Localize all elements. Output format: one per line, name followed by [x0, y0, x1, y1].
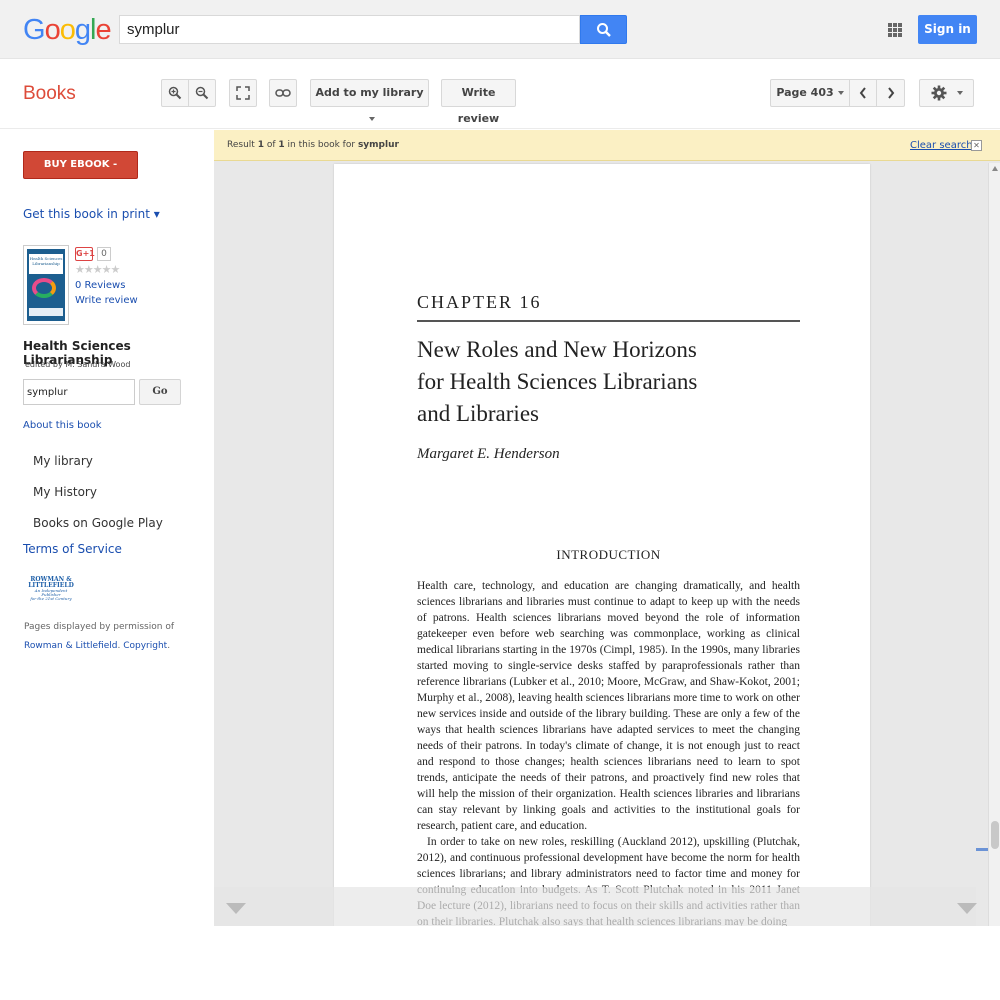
close-icon[interactable]: ✕: [971, 140, 982, 151]
search-in-book-input[interactable]: [23, 379, 135, 405]
caret-down-icon: [837, 91, 844, 95]
zoom-in-icon: [168, 86, 182, 100]
chapter-author: Margaret E. Henderson: [417, 446, 560, 462]
logo-letter: o: [44, 14, 61, 46]
scroll-down-arrow-icon[interactable]: [226, 903, 246, 914]
scrollbar-thumb[interactable]: [991, 821, 999, 849]
paragraph: Health care, technology, and education a…: [417, 580, 800, 832]
books-title[interactable]: Books: [23, 83, 76, 105]
go-button[interactable]: Go: [139, 379, 181, 405]
chapter-number: CHAPTER 16: [417, 292, 542, 312]
google-logo[interactable]: Google: [23, 14, 112, 47]
zoom-out-button[interactable]: [188, 79, 216, 107]
sign-in-button[interactable]: Sign in: [918, 15, 977, 44]
bottom-overlay: [214, 887, 976, 926]
link-button[interactable]: [269, 79, 297, 107]
about-this-book-link[interactable]: About this book: [23, 420, 102, 431]
result-prefix: Result: [227, 140, 255, 150]
write-review-button[interactable]: Write review: [441, 79, 516, 125]
chevron-left-icon: [859, 87, 866, 99]
reviews-link[interactable]: 0 Reviews: [75, 280, 125, 291]
result-total: 1: [278, 140, 285, 150]
page-number-label: Page 403: [776, 86, 834, 99]
zoom-out-icon: [195, 86, 209, 100]
publisher-logo-line: for the 21st Century: [30, 596, 72, 601]
clear-search-link[interactable]: Clear search: [910, 140, 973, 151]
buy-ebook-button[interactable]: BUY EBOOK - $66.39: [23, 151, 138, 196]
result-query: symplur: [357, 140, 399, 150]
chapter-title-line: and Libraries: [417, 401, 539, 426]
scroll-down-arrow-icon[interactable]: [957, 903, 977, 914]
prev-page-button[interactable]: [849, 79, 877, 107]
rating-stars: ★★★★★: [75, 263, 120, 276]
gear-icon: [931, 85, 946, 101]
add-to-library-label: Add to my library: [315, 86, 424, 99]
get-book-in-print-link[interactable]: Get this book in print ▾: [23, 207, 160, 221]
search-input[interactable]: [119, 15, 580, 44]
page-body: Health care, technology, and education a…: [417, 578, 800, 926]
page-selector[interactable]: Page 403: [770, 79, 850, 107]
settings-button[interactable]: [919, 79, 974, 107]
top-bar: Google Sign in: [0, 0, 1000, 59]
logo-letter: e: [95, 14, 111, 46]
left-sidebar: BUY EBOOK - $66.39 Get this book in prin…: [0, 130, 213, 1000]
result-index: 1: [257, 140, 264, 150]
publisher-logo[interactable]: ROWMAN & LITTLEFIELD An Independent Publ…: [25, 577, 77, 601]
book-viewer[interactable]: Result 1 of 1 in this book for symplur C…: [214, 130, 1000, 926]
copyright-link[interactable]: Copyright: [123, 641, 167, 651]
search-button[interactable]: [580, 15, 627, 44]
nav-my-library[interactable]: My library: [33, 454, 93, 468]
add-to-library-button[interactable]: Add to my library: [310, 79, 429, 121]
magnifier-icon: [596, 23, 611, 37]
google-plus-count: 0: [97, 247, 111, 261]
cover-title: Health Sciences Librarianship: [29, 254, 63, 274]
nav-books-on-google-play[interactable]: Books on Google Play: [33, 516, 163, 530]
publisher-link[interactable]: Rowman & Littlefield: [24, 641, 117, 651]
chapter-title-line: New Roles and New Horizons: [417, 337, 697, 362]
chevron-right-icon: [887, 87, 894, 99]
chapter-title: New Roles and New Horizons for Health Sc…: [417, 334, 797, 430]
link-icon: [275, 89, 291, 97]
write-review-link[interactable]: Write review: [75, 295, 138, 306]
fullscreen-icon: [236, 86, 250, 100]
book-editor: edited by M. Sandra Wood: [25, 360, 131, 369]
books-toolbar: Books Add to my library Write review Pag…: [0, 59, 1000, 129]
viewer-scrollbar[interactable]: [988, 163, 1000, 926]
chapter-title-line: for Health Sciences Librarians: [417, 369, 698, 394]
logo-letter: G: [23, 14, 46, 46]
result-middle: in this book for: [287, 140, 356, 150]
apps-grid-icon[interactable]: [888, 23, 902, 37]
scroll-up-arrow-icon[interactable]: [992, 166, 998, 171]
caret-down-icon: [956, 91, 963, 95]
caret-down-icon: [368, 117, 375, 121]
result-of: of: [266, 140, 276, 150]
section-heading: INTRODUCTION: [556, 547, 661, 562]
zoom-in-button[interactable]: [161, 79, 189, 107]
fullscreen-button[interactable]: [229, 79, 257, 107]
google-plus-button[interactable]: G+1: [75, 247, 95, 261]
logo-letter: g: [74, 14, 91, 46]
nav-my-history[interactable]: My History: [33, 485, 97, 499]
logo-letter: o: [59, 14, 76, 46]
permission-notice: Pages displayed by permission of Rowman …: [24, 622, 174, 651]
next-page-button[interactable]: [876, 79, 905, 107]
permission-text: Pages displayed by permission of: [24, 622, 174, 632]
search-result-bar: Result 1 of 1 in this book for symplur C…: [214, 130, 1000, 161]
chapter-rule: [417, 320, 800, 322]
result-text: Result 1 of 1 in this book for symplur: [227, 140, 399, 150]
terms-of-service-link[interactable]: Terms of Service: [23, 542, 122, 556]
book-cover[interactable]: Health Sciences Librarianship: [23, 245, 69, 325]
book-page: CHAPTER 16 New Roles and New Horizons fo…: [334, 164, 870, 926]
